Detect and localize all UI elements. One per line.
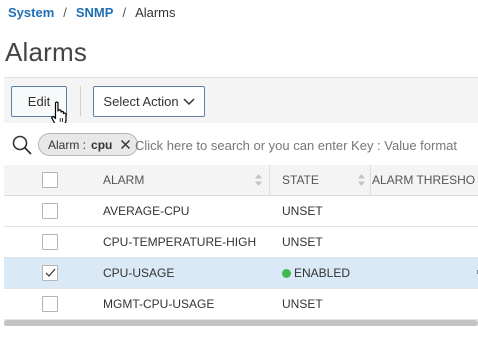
close-icon[interactable] [120,139,131,150]
column-separator [370,165,371,195]
alarm-name: CPU-USAGE [103,266,175,280]
alarm-state-label: ENABLED [294,266,351,280]
enabled-status-dot [282,268,291,278]
select-action-dropdown[interactable]: Select Action [93,86,205,117]
select-action-label: Select Action [103,94,179,109]
search-bar: Alarm : cpu [4,123,478,166]
row-checkbox[interactable] [42,203,58,219]
breadcrumb-current: Alarms [135,4,176,20]
sort-icon[interactable] [255,174,262,186]
checkmark-icon [45,268,56,277]
table-row[interactable]: AVERAGE-CPU UNSET [4,196,478,227]
breadcrumb-snmp-link[interactable]: SNMP [76,5,114,20]
filter-chip[interactable]: Alarm : cpu [38,133,139,156]
column-header-alarm[interactable]: ALARM [103,165,263,195]
page-title: Alarms [5,37,88,67]
table-row[interactable]: MGMT-CPU-USAGE UNSET [4,289,478,320]
alarm-name: AVERAGE-CPU [103,204,190,218]
alarm-name: CPU-TEMPERATURE-HIGH [103,235,257,249]
search-icon[interactable] [11,134,33,156]
alarm-state: ENABLED [282,258,372,288]
filter-chip-value: cpu [91,137,113,152]
breadcrumb: System / SNMP / Alarms [8,4,176,20]
sort-icon[interactable] [358,174,365,186]
toolbar-divider [80,86,81,116]
alarm-state: UNSET [282,204,323,218]
breadcrumb-separator: / [63,4,67,20]
search-input[interactable] [135,134,465,156]
alarm-state: UNSET [282,297,323,311]
row-checkbox[interactable] [42,234,58,250]
chevron-down-icon [183,97,195,105]
column-separator [269,165,270,195]
filter-chip-key: Alarm : [48,137,87,152]
alarm-name: MGMT-CPU-USAGE [103,297,215,311]
table-row-selected[interactable]: CPU-USAGE ENABLED [4,258,478,289]
breadcrumb-system-link[interactable]: System [8,5,54,20]
horizontal-scrollbar-thumb[interactable] [4,320,478,326]
toolbar: Edit Select Action [4,77,478,123]
breadcrumb-separator: / [122,4,127,20]
alarms-table: ALARM STATE ALARM THRESHO AVERAGE-CPU UN… [4,165,478,320]
alarm-state: UNSET [282,235,323,249]
row-checkbox[interactable] [42,296,58,312]
table-row[interactable]: CPU-TEMPERATURE-HIGH UNSET [4,227,478,258]
table-header-row: ALARM STATE ALARM THRESHO [4,165,478,196]
column-header-alarm-threshold[interactable]: ALARM THRESHO [372,165,478,195]
row-checkbox-checked[interactable] [42,265,58,281]
select-all-checkbox[interactable] [42,172,58,188]
